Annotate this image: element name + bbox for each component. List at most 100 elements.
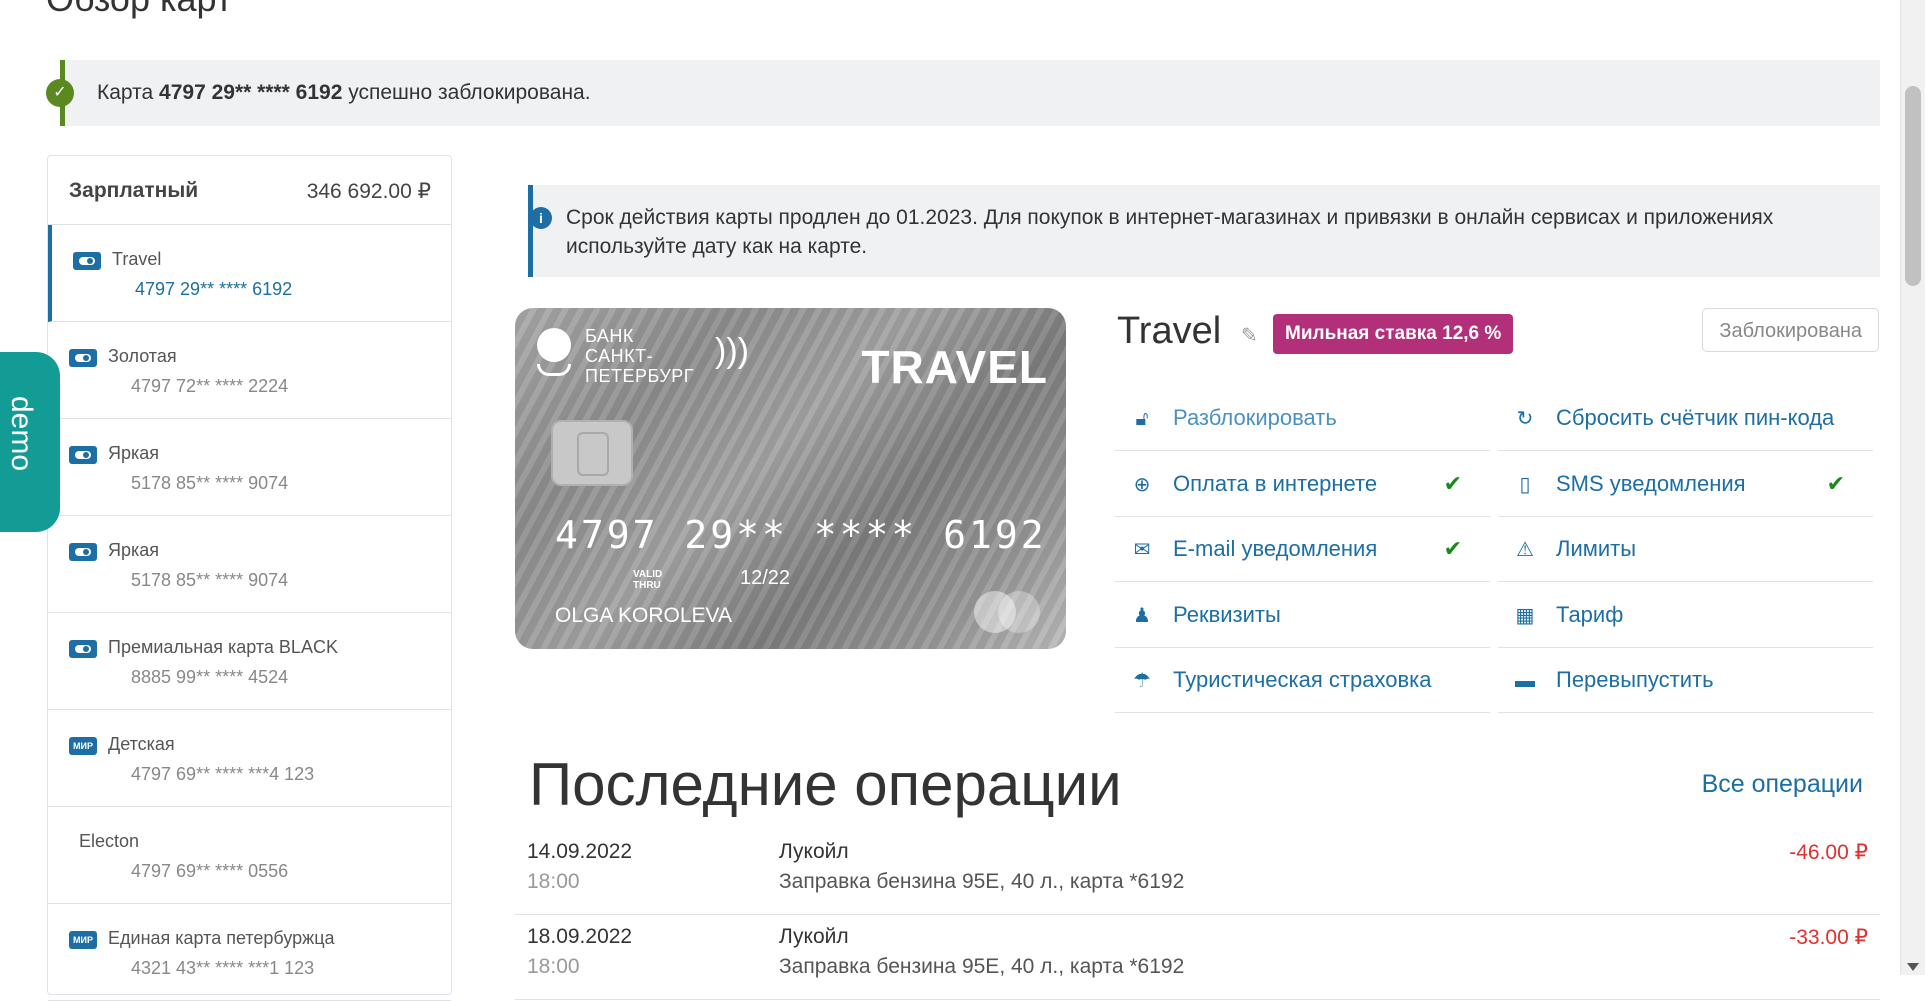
card-number: 5178 85** **** 9074	[131, 473, 289, 493]
phone-icon: ▯	[1519, 474, 1531, 496]
account-name: Зарплатный	[69, 179, 199, 202]
sidebar-card-black[interactable]: Премиальная карта BLACK 8885 99** **** 4…	[48, 613, 451, 710]
operation-merchant: Лукойл	[779, 840, 849, 863]
mir-icon: МИР	[69, 737, 97, 755]
card-number: 4797 69** **** ***4 123	[131, 764, 315, 784]
check-icon: ✔	[1826, 471, 1845, 496]
check-icon: ✔	[1443, 471, 1462, 496]
card-name: Единая карта петербуржца	[108, 928, 335, 948]
bank-card-image: БАНК САНКТ- ПЕТЕРБУРГ ))) TRAVEL 4797 29…	[515, 308, 1066, 649]
card-number: 4797 72** **** 2224	[131, 376, 289, 396]
card-toggle-icon	[73, 252, 101, 270]
sidebar-card-electon[interactable]: Electon 4797 69** **** 0556	[48, 807, 451, 904]
action-label: Разблокировать	[1173, 405, 1337, 430]
blocked-card-number: 4797 29** **** 6192	[159, 81, 343, 104]
all-operations-link[interactable]: Все операции	[1702, 770, 1863, 799]
limits-action[interactable]: ⚠ Лимиты	[1498, 518, 1873, 582]
user-icon: ♟	[1133, 605, 1151, 627]
tariff-action[interactable]: ▦ Тариф	[1498, 584, 1873, 648]
card-name: Electon	[79, 831, 140, 851]
umbrella-icon: ☂	[1133, 670, 1151, 692]
requisites-action[interactable]: ♟ Реквизиты	[1115, 584, 1490, 648]
scroll-down-icon[interactable]	[1907, 963, 1919, 971]
card-toggle-icon	[69, 543, 97, 561]
card-name: Яркая	[108, 443, 160, 463]
action-label: Тариф	[1556, 602, 1624, 627]
chip-icon	[551, 420, 633, 486]
operation-merchant: Лукойл	[779, 925, 849, 948]
action-label: Сбросить счётчик пин-кода	[1556, 405, 1835, 430]
card-name: Детская	[108, 734, 175, 754]
bank-name: БАНК САНКТ- ПЕТЕРБУРГ	[585, 326, 695, 386]
sidebar-card-gold[interactable]: Золотая 4797 72** **** 2224	[48, 322, 451, 419]
action-label: Лимиты	[1556, 536, 1637, 561]
card-toggle-icon	[69, 349, 97, 367]
operation-amount: -33.00 ₽	[1789, 926, 1868, 949]
sms-notifications-action[interactable]: ▯ SMS уведомления ✔	[1498, 453, 1873, 517]
sidebar-card-kids[interactable]: МИР Детская 4797 69** **** ***4 123	[48, 710, 451, 807]
edit-icon[interactable]: ✎	[1241, 325, 1263, 347]
check-icon: ✔	[1443, 536, 1462, 561]
action-label: Оплата в интернете	[1173, 471, 1378, 496]
account-header[interactable]: Зарплатный 346 692.00 ₽	[48, 156, 451, 225]
mir-icon: МИР	[69, 931, 97, 949]
sidebar-card-travel[interactable]: Travel 4797 29** **** 6192	[48, 225, 451, 322]
card-name: Золотая	[108, 346, 177, 366]
card-holder: OLGA KOROLEVA	[555, 604, 733, 627]
sidebar-card-unified[interactable]: МИР Единая карта петербуржца 4321 43** *…	[48, 904, 451, 1001]
valid-thru-label: VALID THRU	[633, 569, 663, 591]
card-toggle-icon	[69, 446, 97, 464]
account-balance: 346 692.00 ₽	[306, 180, 431, 203]
operation-time: 18:00	[527, 870, 580, 893]
card-toggle-icon	[69, 640, 97, 658]
sidebar-card-bright-1[interactable]: Яркая 5178 85** **** 9074	[48, 419, 451, 516]
reissue-action[interactable]: ▬ Перевыпустить	[1498, 649, 1873, 713]
warning-icon: ⚠	[1516, 539, 1534, 561]
page-scrollbar[interactable]	[1900, 0, 1925, 975]
id-card-icon: ▬	[1515, 670, 1535, 692]
card-number: 4797 29** **** 6192	[135, 279, 293, 299]
card-brand: TRAVEL	[861, 341, 1048, 393]
contactless-icon: )))	[715, 332, 749, 370]
card-number: 8885 99** **** 4524	[131, 667, 289, 687]
operation-amount: -46.00 ₽	[1789, 841, 1868, 864]
sidebar-card-bright-2[interactable]: Яркая 5178 85** **** 9074	[48, 516, 451, 613]
card-expiry: 12/22	[740, 567, 791, 589]
scrollbar-thumb[interactable]	[1905, 86, 1921, 286]
envelope-icon: ✉	[1133, 539, 1151, 561]
refresh-icon: ↻	[1516, 408, 1534, 430]
operation-description: Заправка бензина 95Е, 40 л., карта *6192	[779, 955, 1185, 978]
page-title: Обзор карт	[46, 0, 232, 20]
operation-row[interactable]: 18.09.2022 18:00 Лукойл Заправка бензина…	[515, 915, 1880, 1000]
action-label: Туристическая страховка	[1173, 667, 1432, 692]
check-circle-icon: ✓	[46, 79, 74, 107]
card-face-number: 4797 29** **** 6192	[555, 513, 1047, 557]
email-notifications-action[interactable]: ✉ E-mail уведомления ✔	[1115, 518, 1490, 582]
operation-date: 14.09.2022	[527, 840, 633, 863]
info-icon: i	[530, 207, 552, 229]
travel-insurance-action[interactable]: ☂ Туристическая страховка	[1115, 649, 1490, 713]
reset-pin-counter-action[interactable]: ↻ Сбросить счётчик пин-кода	[1498, 387, 1873, 451]
action-label: Перевыпустить	[1556, 667, 1714, 692]
action-label: Реквизиты	[1173, 602, 1281, 627]
unblock-action[interactable]: 🔓︎ Разблокировать	[1115, 387, 1490, 451]
demo-tab[interactable]: demo	[0, 352, 60, 532]
action-label: E-mail уведомления	[1173, 536, 1378, 561]
online-payment-action[interactable]: ⊕ Оплата в интернете ✔	[1115, 453, 1490, 517]
operation-row[interactable]: 14.09.2022 18:00 Лукойл Заправка бензина…	[515, 830, 1880, 915]
success-alert-text: Карта 4797 29** **** 6192 успешно заблок…	[97, 81, 591, 104]
bank-logo-icon	[537, 328, 571, 362]
card-name: Премиальная карта BLACK	[108, 637, 338, 657]
info-alert-text: Срок действия карты продлен до 01.2023. …	[566, 206, 1774, 258]
operation-time: 18:00	[527, 955, 580, 978]
mile-rate-badge: Мильная ставка 12,6 %	[1273, 314, 1514, 354]
info-alert: i Срок действия карты продлен до 01.2023…	[528, 185, 1880, 277]
cards-sidebar: Зарплатный 346 692.00 ₽ Travel 4797 29**…	[47, 155, 452, 1001]
mastercard-logo-icon	[998, 591, 1040, 633]
card-name: Яркая	[108, 540, 160, 560]
card-number: 4321 43** **** ***1 123	[131, 958, 315, 978]
operation-description: Заправка бензина 95Е, 40 л., карта *6192	[779, 870, 1185, 893]
demo-label: demo	[5, 396, 38, 472]
card-title: Travel	[1117, 310, 1222, 352]
operations-title: Последние операции	[529, 751, 1122, 818]
